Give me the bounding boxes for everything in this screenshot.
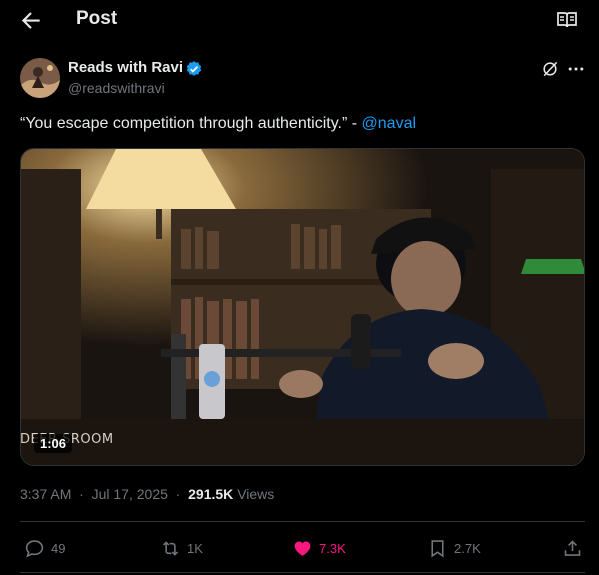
bookmark-icon <box>431 539 444 557</box>
avatar[interactable] <box>20 58 60 98</box>
bookmark-count: 2.7K <box>454 540 481 556</box>
bookmark-button[interactable]: 2.7K <box>427 537 481 559</box>
post-date[interactable]: Jul 17, 2025 <box>92 486 168 502</box>
reply-icon <box>25 539 44 557</box>
repost-button[interactable]: 1K <box>160 537 203 559</box>
divider <box>20 572 585 573</box>
author-name[interactable]: Reads with Ravi <box>68 59 183 76</box>
post-text: “You escape competition through authenti… <box>20 115 416 133</box>
video-player[interactable] <box>20 148 585 466</box>
repost-icon <box>162 540 179 556</box>
meta-separator: · <box>75 486 88 502</box>
repost-count: 1K <box>187 540 203 556</box>
like-button[interactable]: 7.3K <box>292 537 346 559</box>
reply-count: 49 <box>51 540 66 556</box>
page-title: Post <box>76 8 118 29</box>
heart-filled-icon <box>294 541 311 556</box>
top-bar: Post <box>0 0 599 40</box>
back-arrow-icon[interactable] <box>18 7 44 33</box>
reply-button[interactable]: 49 <box>24 537 65 559</box>
video-duration: 1:06 <box>34 434 73 453</box>
mention-link[interactable]: @naval <box>362 115 417 132</box>
share-button[interactable] <box>562 537 589 559</box>
video-thumbnail <box>21 149 584 465</box>
share-icon <box>564 539 581 556</box>
post-body: “You escape competition through authenti… <box>20 115 362 132</box>
author-handle[interactable]: @readswithravi <box>68 80 165 96</box>
grok-icon[interactable] <box>540 59 560 79</box>
meta-separator: · <box>171 486 185 502</box>
like-count: 7.3K <box>319 540 346 556</box>
verified-badge-icon <box>185 60 203 78</box>
post-time[interactable]: 3:37 AM <box>20 486 71 502</box>
post-meta: 3:37 AM · Jul 17, 2025 · 291.5K Views <box>20 486 274 502</box>
views-count: 291.5K <box>188 486 234 502</box>
reader-mode-icon[interactable] <box>556 10 578 30</box>
divider <box>20 521 585 522</box>
more-options-icon[interactable] <box>566 59 586 79</box>
views-label: Views <box>237 486 275 502</box>
